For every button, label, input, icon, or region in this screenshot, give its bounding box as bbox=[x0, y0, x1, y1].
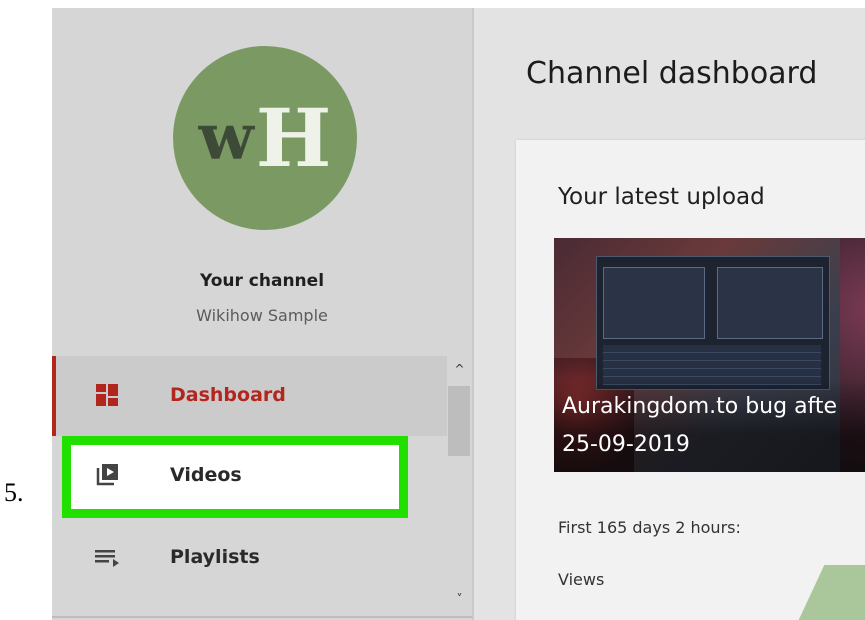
views-chart-shape bbox=[791, 565, 865, 620]
main-content: Channel dashboard Your latest upload Aur… bbox=[474, 8, 865, 620]
sidebar-bottom-divider bbox=[52, 616, 472, 618]
studio-app: w H Your channel Wikihow Sample Dashboar… bbox=[52, 0, 865, 620]
thumbnail-panel bbox=[717, 267, 823, 339]
scroll-up-icon[interactable]: ^ bbox=[447, 362, 472, 380]
video-thumbnail[interactable]: Aurakingdom.to bug afte 25-09-2019 bbox=[554, 238, 865, 472]
stats-period: First 165 days 2 hours: bbox=[558, 518, 741, 537]
avatar-letter-w: w bbox=[198, 100, 254, 175]
sidebar-item-videos[interactable]: Videos bbox=[52, 436, 447, 516]
avatar-letter-h: H bbox=[255, 91, 332, 185]
video-date-line: 25-09-2019 bbox=[562, 432, 690, 457]
page-title: Channel dashboard bbox=[526, 56, 818, 91]
scroll-thumb[interactable] bbox=[448, 386, 470, 456]
playlist-icon bbox=[95, 550, 119, 567]
thumbnail-game-window bbox=[596, 256, 830, 390]
card-title: Your latest upload bbox=[558, 184, 765, 210]
channel-account-name: Wikihow Sample bbox=[196, 306, 328, 325]
step-number: 5. bbox=[4, 478, 24, 507]
sidebar-item-dashboard[interactable]: Dashboard bbox=[52, 356, 447, 436]
channel-name: Your channel bbox=[199, 271, 325, 291]
sidebar-item-label: Playlists bbox=[170, 546, 260, 568]
active-indicator bbox=[52, 356, 56, 436]
sidebar: w H Your channel Wikihow Sample Dashboar… bbox=[52, 8, 472, 620]
video-library-icon bbox=[96, 464, 118, 486]
video-title-line: Aurakingdom.to bug afte bbox=[562, 394, 838, 419]
video-title: Aurakingdom.to bug afte 25-09-2019 bbox=[562, 388, 837, 464]
sidebar-item-playlists[interactable]: Playlists bbox=[52, 518, 447, 598]
sidebar-item-label: Videos bbox=[170, 464, 242, 486]
top-edge bbox=[52, 0, 865, 8]
latest-upload-card: Your latest upload Aurakingdom.to bug af… bbox=[516, 140, 865, 620]
dashboard-icon bbox=[96, 384, 118, 406]
views-label: Views bbox=[558, 570, 605, 589]
sidebar-item-label: Dashboard bbox=[170, 384, 286, 406]
sidebar-scrollbar[interactable]: ^ ˅ bbox=[447, 356, 472, 618]
scroll-down-icon[interactable]: ˅ bbox=[447, 592, 472, 610]
channel-avatar[interactable]: w H bbox=[173, 46, 357, 230]
thumbnail-panel bbox=[603, 267, 705, 339]
sidebar-nav: Dashboard Videos Playlists bbox=[52, 356, 447, 616]
